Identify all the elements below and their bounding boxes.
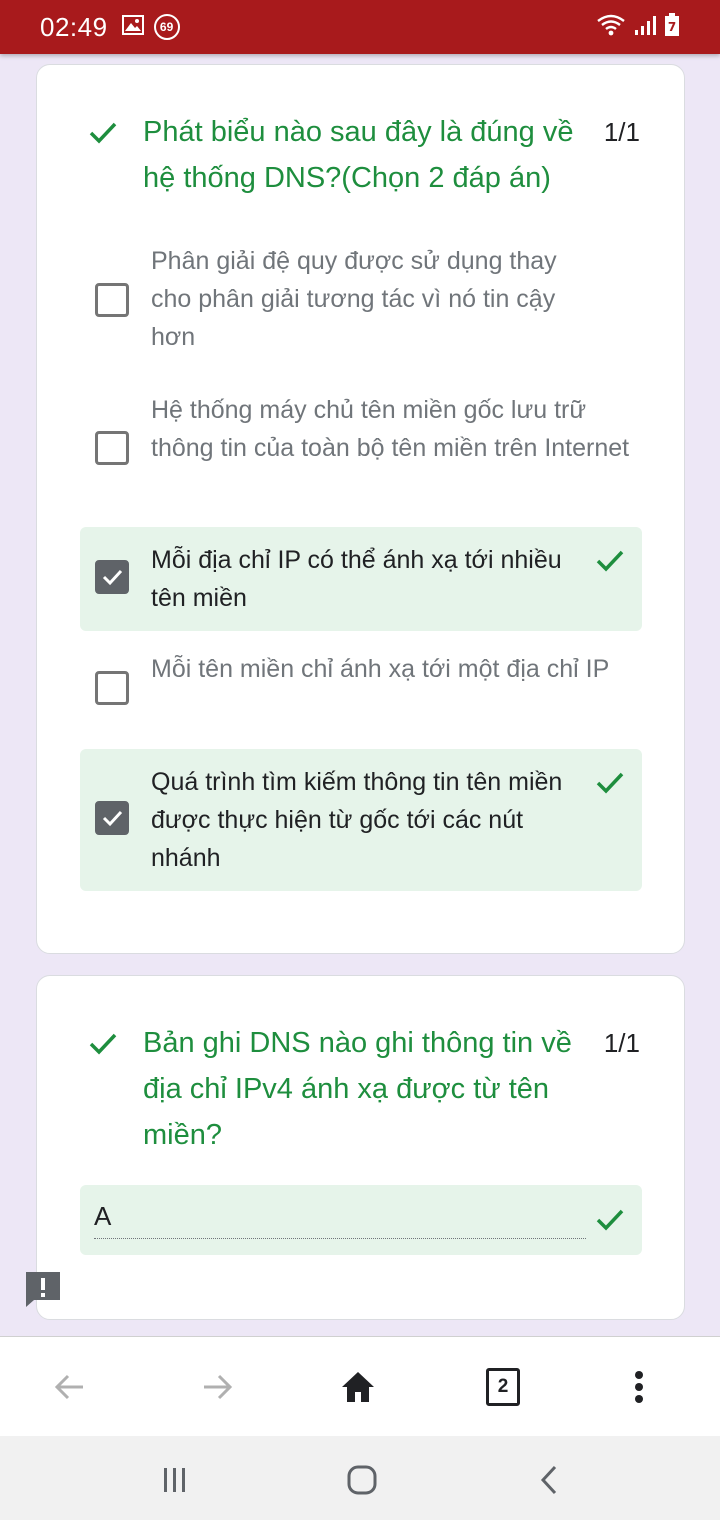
option-item-correct[interactable]: Quá trình tìm kiếm thông tin tên miền đư… bbox=[80, 749, 642, 891]
report-feedback-icon[interactable] bbox=[24, 1270, 62, 1308]
checkbox[interactable] bbox=[95, 283, 129, 317]
home-button[interactable] bbox=[336, 1365, 380, 1409]
checkmark-icon bbox=[102, 569, 123, 586]
recent-apps-icon bbox=[164, 1468, 185, 1492]
form-content[interactable]: Phát biểu nào sau đây là đúng về hệ thốn… bbox=[0, 54, 720, 1336]
notification-badge-icon: 69 bbox=[153, 14, 180, 40]
correct-check-icon bbox=[89, 122, 117, 144]
question-card-1: Phát biểu nào sau đây là đúng về hệ thốn… bbox=[36, 64, 685, 954]
option-label: Phân giải đệ quy được sử dụng thay cho p… bbox=[151, 247, 557, 351]
checkbox-checked[interactable] bbox=[95, 560, 129, 594]
tab-count: 2 bbox=[486, 1368, 520, 1406]
status-bar: 02:49 69 7 bbox=[0, 0, 720, 54]
question-score: 1/1 bbox=[603, 117, 640, 147]
home-nav-icon bbox=[347, 1465, 377, 1495]
correct-check-icon bbox=[596, 1209, 624, 1231]
forward-button[interactable] bbox=[195, 1365, 239, 1409]
status-time: 02:49 bbox=[40, 11, 108, 42]
home-nav-button[interactable] bbox=[340, 1458, 384, 1502]
question-card-2: Bản ghi DNS nào ghi thông tin về địa chỉ… bbox=[36, 975, 685, 1320]
answer-underline bbox=[94, 1238, 586, 1239]
more-menu-icon bbox=[635, 1371, 643, 1403]
option-item-correct[interactable]: Mỗi địa chỉ IP có thể ánh xạ tới nhiều t… bbox=[80, 527, 642, 631]
question-score: 1/1 bbox=[603, 1028, 640, 1058]
question-title: Phát biểu nào sau đây là đúng về hệ thốn… bbox=[143, 116, 574, 194]
back-arrow-icon bbox=[54, 1374, 83, 1400]
option-item[interactable]: Phân giải đệ quy được sử dụng thay cho p… bbox=[80, 240, 642, 360]
more-menu-button[interactable] bbox=[617, 1365, 661, 1409]
system-navigation-bar bbox=[0, 1436, 720, 1520]
forward-arrow-icon bbox=[204, 1374, 233, 1400]
browser-toolbar: 2 bbox=[0, 1336, 720, 1436]
option-label: Quá trình tìm kiếm thông tin tên miền đư… bbox=[151, 768, 563, 872]
option-item[interactable]: Hệ thống máy chủ tên miền gốc lưu trữ th… bbox=[80, 389, 642, 509]
back-nav-button[interactable] bbox=[527, 1458, 571, 1502]
recent-apps-button[interactable] bbox=[153, 1458, 197, 1502]
checkbox-checked[interactable] bbox=[95, 801, 129, 835]
option-label: Hệ thống máy chủ tên miền gốc lưu trữ th… bbox=[151, 396, 630, 462]
back-nav-icon bbox=[540, 1465, 557, 1495]
checkmark-icon bbox=[102, 810, 123, 827]
correct-check-icon bbox=[596, 772, 624, 794]
wifi-icon bbox=[596, 13, 626, 42]
answer-field[interactable]: A bbox=[80, 1185, 642, 1255]
option-label: Mỗi tên miền chỉ ánh xạ tới một địa chỉ … bbox=[151, 655, 610, 683]
correct-check-icon bbox=[596, 550, 624, 572]
option-item[interactable]: Mỗi tên miền chỉ ánh xạ tới một địa chỉ … bbox=[80, 648, 642, 728]
back-button[interactable] bbox=[48, 1365, 92, 1409]
svg-text:7: 7 bbox=[668, 20, 676, 34]
image-icon bbox=[121, 14, 144, 40]
signal-icon bbox=[634, 14, 656, 41]
checkbox[interactable] bbox=[95, 431, 129, 465]
option-label: Mỗi địa chỉ IP có thể ánh xạ tới nhiều t… bbox=[151, 546, 562, 612]
home-icon bbox=[342, 1372, 374, 1402]
checkbox[interactable] bbox=[95, 671, 129, 705]
battery-icon: 7 bbox=[664, 12, 680, 42]
correct-check-icon bbox=[89, 1033, 117, 1055]
question-title: Bản ghi DNS nào ghi thông tin về địa chỉ… bbox=[143, 1027, 572, 1151]
answer-value: A bbox=[94, 1201, 112, 1231]
tab-switcher-button[interactable]: 2 bbox=[481, 1365, 525, 1409]
